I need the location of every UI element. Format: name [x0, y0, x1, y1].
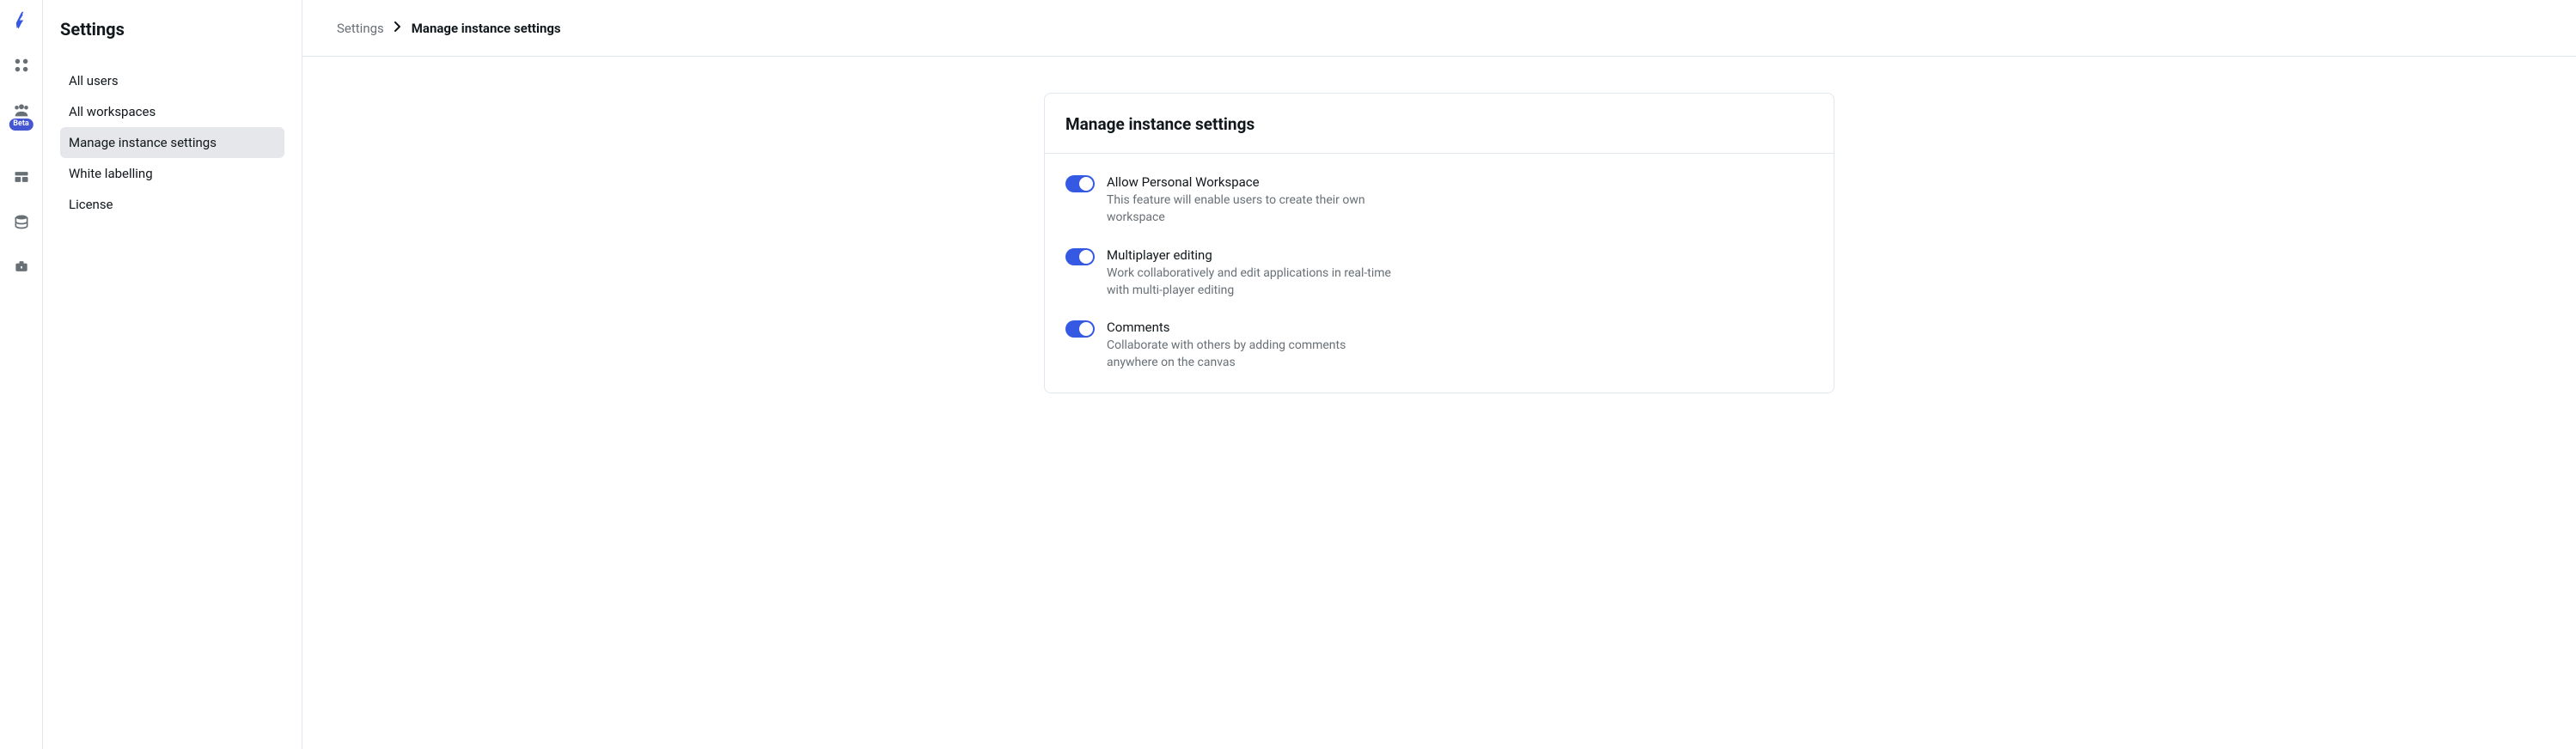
sidebar-item-all-users[interactable]: All users: [60, 65, 284, 96]
rail-layout-icon[interactable]: [11, 167, 32, 187]
rail-users-icon: [11, 100, 32, 120]
rail-database-icon[interactable]: [11, 211, 32, 232]
breadcrumb-current: Manage instance settings: [412, 21, 561, 36]
sidebar-item-label: All workspaces: [69, 104, 156, 119]
rail-apps-icon[interactable]: [11, 55, 32, 76]
rail-home-icon[interactable]: [11, 10, 32, 31]
setting-multiplayer-editing: Multiplayer editing Work collaboratively…: [1065, 247, 1813, 300]
setting-label: Allow Personal Workspace: [1107, 174, 1399, 190]
sidebar-item-white-labelling[interactable]: White labelling: [60, 158, 284, 189]
sidebar-item-all-workspaces[interactable]: All workspaces: [60, 96, 284, 127]
main: Settings Manage instance settings Manage…: [302, 0, 2576, 749]
toggle-multiplayer-editing[interactable]: [1065, 248, 1095, 265]
topbar: Settings Manage instance settings: [302, 0, 2576, 57]
toggle-comments[interactable]: [1065, 320, 1095, 338]
setting-description: Collaborate with others by adding commen…: [1107, 337, 1399, 372]
breadcrumb-root[interactable]: Settings: [337, 21, 384, 36]
setting-label: Comments: [1107, 320, 1399, 335]
settings-card: Manage instance settings Allow Personal …: [1044, 93, 1834, 393]
sidebar-item-label: White labelling: [69, 166, 153, 181]
setting-text: Allow Personal Workspace This feature wi…: [1107, 174, 1399, 227]
sidebar-title: Settings: [60, 19, 284, 40]
setting-text: Multiplayer editing Work collaboratively…: [1107, 247, 1399, 300]
setting-personal-workspace: Allow Personal Workspace This feature wi…: [1065, 174, 1813, 227]
setting-description: Work collaboratively and edit applicatio…: [1107, 265, 1399, 300]
card-title: Manage instance settings: [1065, 114, 1813, 134]
setting-comments: Comments Collaborate with others by addi…: [1065, 320, 1813, 372]
rail-users-group[interactable]: Beta: [11, 100, 32, 143]
rail-briefcase-icon[interactable]: [11, 256, 32, 277]
toggle-personal-workspace[interactable]: [1065, 175, 1095, 192]
sidebar-item-manage-instance[interactable]: Manage instance settings: [60, 127, 284, 158]
sidebar-items: All users All workspaces Manage instance…: [60, 65, 284, 220]
rail-badge-beta: Beta: [9, 119, 33, 131]
sidebar-item-label: License: [69, 197, 113, 212]
icon-rail: Beta: [0, 0, 43, 749]
setting-description: This feature will enable users to create…: [1107, 192, 1399, 227]
sidebar-item-label: Manage instance settings: [69, 135, 217, 150]
sidebar-item-license[interactable]: License: [60, 189, 284, 220]
settings-sidebar: Settings All users All workspaces Manage…: [43, 0, 302, 749]
setting-text: Comments Collaborate with others by addi…: [1107, 320, 1399, 372]
card-header: Manage instance settings: [1045, 94, 1834, 154]
setting-label: Multiplayer editing: [1107, 247, 1399, 263]
card-body: Allow Personal Workspace This feature wi…: [1045, 154, 1834, 393]
chevron-right-icon: [394, 21, 401, 35]
sidebar-item-label: All users: [69, 73, 119, 88]
content: Manage instance settings Allow Personal …: [302, 57, 2576, 749]
